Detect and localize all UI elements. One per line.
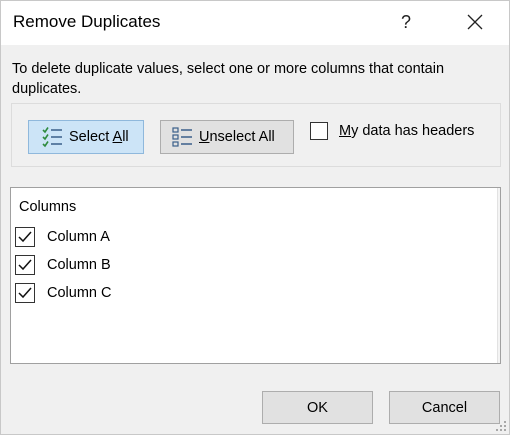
column-item-b[interactable]: Column B bbox=[15, 254, 111, 276]
list-scrollbar[interactable] bbox=[497, 188, 500, 363]
columns-header: Columns bbox=[19, 199, 77, 215]
resize-grip-icon[interactable] bbox=[496, 421, 507, 432]
column-item-c[interactable]: Column C bbox=[15, 282, 111, 304]
column-item-label: Column A bbox=[47, 229, 110, 245]
dialog-title: Remove Duplicates bbox=[13, 12, 161, 31]
select-all-label: Select All bbox=[69, 129, 129, 145]
close-button[interactable] bbox=[457, 5, 493, 39]
checkmark-icon bbox=[18, 287, 32, 299]
column-b-checkbox[interactable] bbox=[15, 255, 35, 275]
my-data-has-headers-checkbox[interactable]: My data has headers bbox=[310, 120, 474, 142]
selection-toolbar: Select All Unselect All My data has head… bbox=[11, 103, 501, 167]
column-item-label: Column B bbox=[47, 257, 111, 273]
checkmark-icon bbox=[18, 231, 32, 243]
unselect-all-label: Unselect All bbox=[199, 129, 275, 145]
unselect-all-button[interactable]: Unselect All bbox=[160, 120, 294, 154]
headers-checkbox-box[interactable] bbox=[310, 122, 328, 140]
cancel-button[interactable]: Cancel bbox=[389, 391, 500, 424]
columns-list[interactable]: Columns Column A Column B Column C bbox=[10, 187, 501, 364]
headers-checkbox-label: My data has headers bbox=[339, 123, 475, 139]
title-bar: Remove Duplicates ? bbox=[1, 1, 509, 45]
checkmark-icon bbox=[18, 259, 32, 271]
ok-button[interactable]: OK bbox=[262, 391, 373, 424]
instruction-text: To delete duplicate values, select one o… bbox=[12, 61, 445, 97]
column-item-label: Column C bbox=[47, 285, 112, 301]
unselect-all-icon bbox=[172, 127, 192, 147]
remove-duplicates-dialog: Remove Duplicates ? To delete duplicate … bbox=[0, 0, 510, 435]
column-c-checkbox[interactable] bbox=[15, 283, 35, 303]
column-a-checkbox[interactable] bbox=[15, 227, 35, 247]
help-icon[interactable]: ? bbox=[391, 5, 421, 39]
select-all-icon bbox=[42, 127, 62, 148]
close-icon bbox=[467, 14, 483, 30]
select-all-button[interactable]: Select All bbox=[28, 120, 144, 154]
column-item-a[interactable]: Column A bbox=[15, 226, 110, 248]
